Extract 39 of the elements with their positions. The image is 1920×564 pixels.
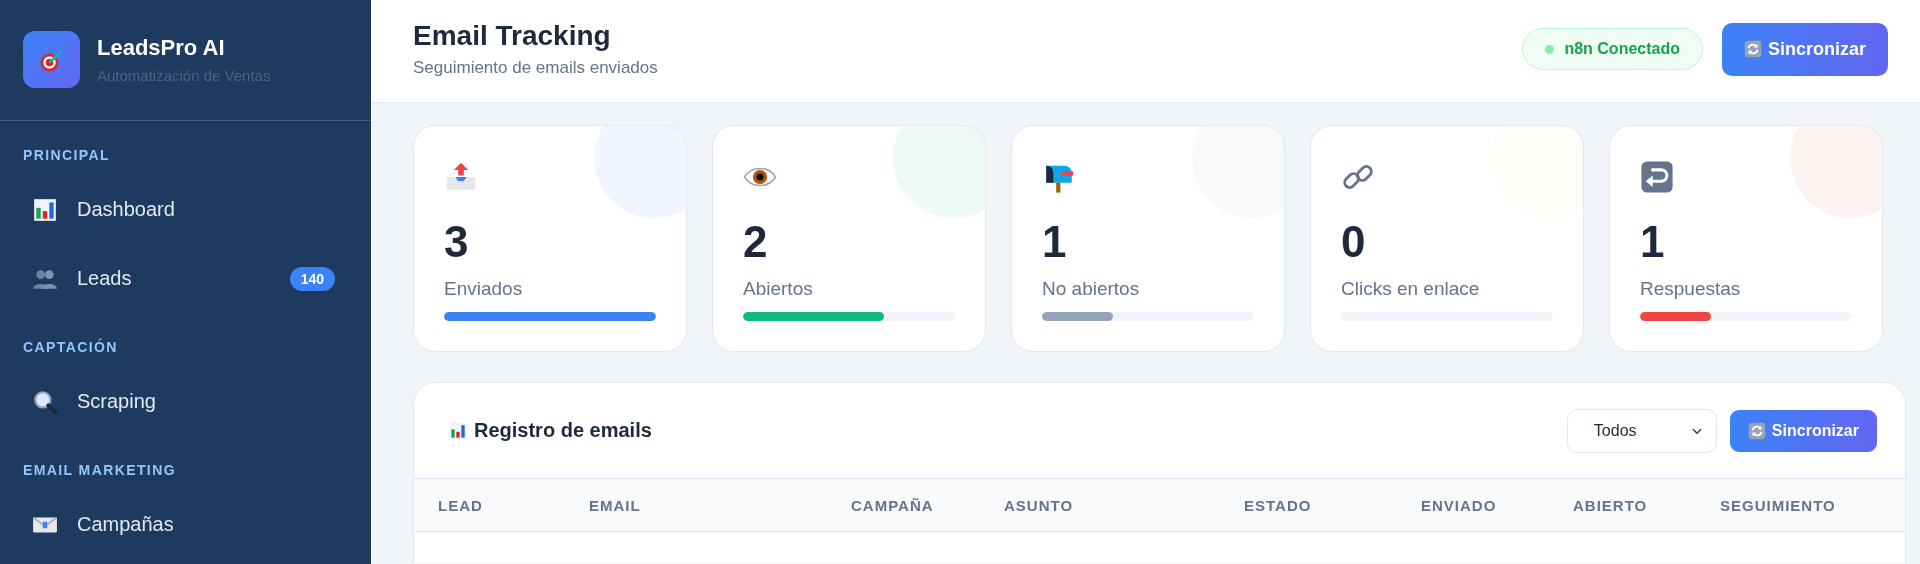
section-heading: EMAIL MARKETING [22,461,177,480]
filter-dropdown[interactable]: Todos [1566,408,1717,453]
stat-value: 0 [1341,220,1367,264]
app-name: LeadsPro AI [97,35,226,61]
stat-value: 2 [743,220,769,264]
stat-label: Abiertos [743,278,814,300]
column-header: ENVIADO [1421,496,1498,514]
sync-icon [1743,40,1762,58]
stat-label: Clicks en enlace [1341,278,1481,300]
column-header: ESTADO [1244,496,1313,514]
stat-label: Respuestas [1640,278,1742,300]
page-subtitle: Seguimiento de emails enviados [413,58,658,78]
section-heading: CAPTACIÓN [22,337,119,357]
page-title: Email Tracking [413,20,612,52]
sync-button[interactable]: Sincronizar [1729,409,1877,452]
bar-chart-icon [32,196,58,223]
column-header: CAMPAÑA [851,496,935,514]
stat-label: No abiertos [1042,278,1141,300]
stat-value: 1 [1042,220,1068,264]
count-badge: 140 [289,266,335,291]
nav-item[interactable]: Dashboard [0,175,371,244]
stat-label: Enviados [444,278,524,300]
column-header: ABIERTO [1573,496,1649,514]
status-badge: n8n Conectado [1522,28,1703,70]
column-header: EMAIL [589,496,642,514]
section-heading: PRINCIPAL [22,146,111,165]
sync-button[interactable]: Sincronizar [1721,22,1888,76]
column-header: LEAD [438,496,484,514]
stat-value: 3 [444,220,470,264]
column-header: ASUNTO [1004,496,1075,514]
sync-icon [1747,421,1766,440]
nav-item[interactable]: Scraping [0,367,371,436]
nav-item[interactable]: Leads 140 [0,244,371,313]
table-title: Registro de emails [474,419,652,442]
stat-value: 1 [1640,220,1666,264]
bar-chart-icon [448,420,468,441]
search-icon [32,388,58,415]
column-header: SEGUIMIENTO [1720,496,1837,514]
nav-item[interactable]: Campañas [0,490,371,559]
